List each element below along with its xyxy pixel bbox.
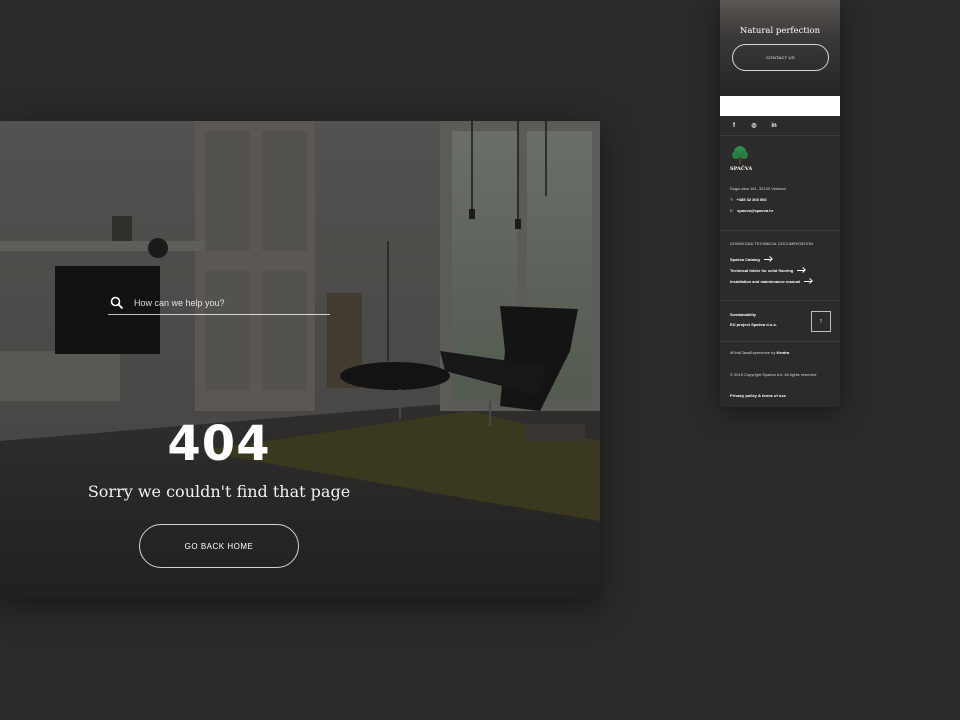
go-back-home-button[interactable]: GO BACK HOME — [139, 524, 299, 568]
contact-us-button[interactable]: CONTACT US — [732, 44, 829, 71]
hero-title: Natural perfection — [739, 26, 821, 36]
doc-link-label: Spačva Catalog — [730, 257, 760, 262]
mobile-footer-page: Natural perfection CONTACT US f ◎ in SPA… — [720, 0, 840, 407]
search-bar[interactable] — [108, 292, 330, 315]
doc-link-catalog[interactable]: Spačva Catalog — [730, 257, 772, 262]
email-address[interactable]: spacva@spacva.hr — [737, 208, 773, 213]
divider — [720, 341, 840, 342]
logo-text: SPAČVA — [730, 166, 753, 172]
experience-credit: #FirstClassExperience by Kentra — [730, 350, 789, 355]
arrow-right-icon — [763, 259, 772, 260]
experience-prefix: #FirstClassExperience by — [730, 350, 776, 355]
linkedin-icon[interactable]: in — [770, 123, 778, 129]
search-input[interactable] — [134, 298, 314, 308]
doc-link-label: Installation and maintenance manual — [730, 279, 801, 284]
kentra-link[interactable]: Kentra — [776, 350, 789, 355]
error-message: Sorry we couldn't find that page — [87, 482, 351, 501]
email-row[interactable]: E: spacva@spacva.hr — [730, 208, 773, 213]
instagram-icon[interactable]: ◎ — [750, 122, 758, 129]
divider — [720, 300, 840, 301]
facebook-icon[interactable]: f — [730, 123, 738, 129]
desktop-404-page: 404 Sorry we couldn't find that page GO … — [0, 121, 600, 598]
privacy-policy-link[interactable]: Privacy policy & terms of use — [730, 393, 786, 398]
search-icon — [110, 296, 124, 310]
divider — [720, 230, 840, 231]
arrow-right-icon — [797, 270, 806, 271]
email-label: E: — [730, 208, 734, 213]
sustainability-link[interactable]: Sustainability — [730, 312, 756, 317]
arrow-up-icon: ↑ — [819, 318, 823, 325]
doc-link-label: Technical folder for solid flooring — [730, 268, 794, 273]
copyright: © 2019 Copyright Spačva d.d. All rights … — [730, 372, 817, 377]
social-links: f ◎ in — [720, 116, 840, 136]
spacva-logo[interactable]: SPAČVA — [730, 145, 752, 172]
eu-project-link[interactable]: EU project Spačva d.o.o. — [730, 322, 777, 327]
dark-overlay — [0, 121, 600, 598]
phone-row[interactable]: T: +385 32 303 066 — [730, 197, 767, 202]
phone-number[interactable]: +385 32 303 066 — [736, 197, 766, 202]
hero-banner: Natural perfection CONTACT US — [720, 0, 840, 96]
arrow-right-icon — [804, 281, 813, 282]
doc-link-technical-folder[interactable]: Technical folder for solid flooring — [730, 268, 806, 273]
scroll-to-top-button[interactable]: ↑ — [811, 311, 831, 332]
phone-label: T: — [730, 197, 734, 202]
address: Duga ulica 181, 32100 Vinkovci — [730, 186, 786, 191]
white-strip — [720, 96, 840, 116]
error-code: 404 — [167, 416, 271, 472]
tree-logo-icon — [732, 146, 748, 164]
docs-heading: DOWNLOAD TECHNICAL DOCUMENTATION — [730, 241, 813, 246]
doc-link-installation-manual[interactable]: Installation and maintenance manual — [730, 279, 813, 284]
